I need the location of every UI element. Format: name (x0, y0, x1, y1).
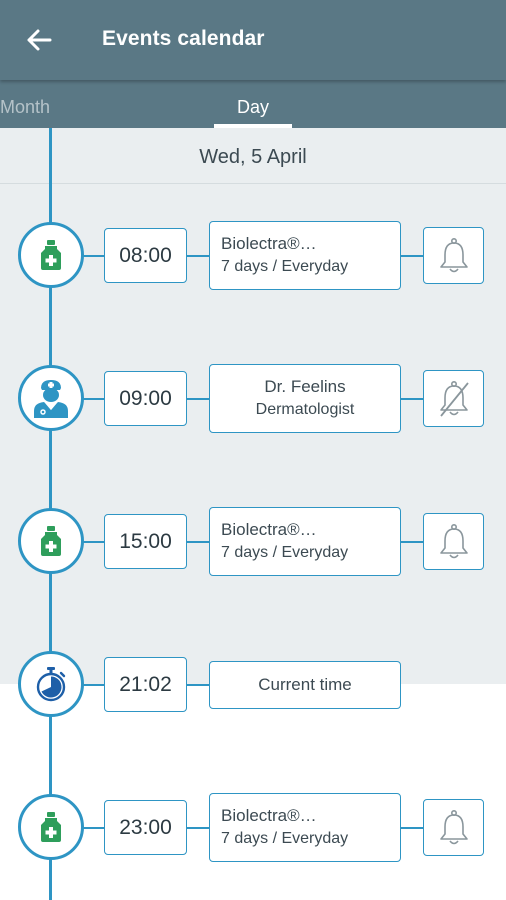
doctor-name: Dr. Feelins (264, 377, 346, 396)
current-time-row: 21:02 Current time (0, 651, 506, 741)
event-row[interactable]: 15:00 Biolectra®… 7 days / Everyday (0, 507, 506, 598)
event-time: 09:00 (104, 371, 187, 426)
connector-line (186, 398, 211, 400)
reminder-toggle[interactable] (423, 799, 484, 856)
event-schedule: 7 days / Everyday (221, 258, 349, 275)
view-tabs: Month Day (0, 80, 506, 128)
event-details[interactable]: Biolectra®… 7 days / Everyday (209, 507, 401, 576)
current-time-label: Current time (209, 661, 401, 709)
medicine-bottle-icon (41, 812, 61, 842)
current-time-value: 21:02 (104, 657, 187, 712)
event-row[interactable]: 23:00 Biolectra®… 7 days / Everyday (0, 793, 506, 884)
tab-month[interactable]: Month (0, 97, 50, 118)
event-title: Biolectra®… (221, 234, 317, 253)
bell-icon (439, 237, 468, 272)
event-type-circle (18, 365, 84, 431)
connector-line (400, 827, 425, 829)
doctor-icon (34, 380, 68, 418)
connector-line (186, 255, 211, 257)
connector-line (186, 684, 211, 686)
event-type-circle (18, 651, 84, 717)
event-type-circle (18, 222, 84, 288)
event-type-circle (18, 508, 84, 574)
bell-off-icon (439, 380, 469, 417)
event-schedule: 7 days / Everyday (221, 830, 349, 847)
doctor-specialty: Dermatologist (255, 401, 355, 418)
event-row[interactable]: 08:00 Biolectra®… 7 days / Everyday (0, 221, 506, 312)
event-details[interactable]: Biolectra®… 7 days / Everyday (209, 221, 401, 290)
event-time: 23:00 (104, 800, 187, 855)
event-row[interactable]: 09:00 Dr. Feelins Dermatologist (0, 364, 506, 455)
app-header: Events calendar (0, 0, 506, 80)
event-details[interactable]: Dr. Feelins Dermatologist (209, 364, 401, 433)
current-date: Wed, 5 April (199, 146, 307, 168)
bell-icon (439, 523, 468, 558)
active-tab-indicator (214, 124, 292, 128)
event-details[interactable]: Biolectra®… 7 days / Everyday (209, 793, 401, 862)
date-bar: Wed, 5 April (0, 128, 506, 184)
event-title: Biolectra®… (221, 806, 317, 825)
stopwatch-icon (36, 667, 66, 702)
tab-day[interactable]: Day (237, 97, 269, 118)
arrow-left-icon (27, 29, 52, 51)
connector-line (186, 541, 211, 543)
event-title: Biolectra®… (221, 520, 317, 539)
event-schedule: 7 days / Everyday (221, 544, 349, 561)
reminder-toggle[interactable] (423, 513, 484, 570)
reminder-toggle[interactable] (423, 227, 484, 284)
event-time: 08:00 (104, 228, 187, 283)
medicine-bottle-icon (41, 240, 61, 270)
bell-icon (439, 809, 468, 844)
connector-line (400, 398, 425, 400)
event-time: 15:00 (104, 514, 187, 569)
connector-line (400, 541, 425, 543)
back-button[interactable] (22, 22, 56, 58)
connector-line (186, 827, 211, 829)
reminder-toggle[interactable] (423, 370, 484, 427)
page-title: Events calendar (102, 27, 265, 50)
connector-line (400, 255, 425, 257)
medicine-bottle-icon (41, 526, 61, 556)
event-type-circle (18, 794, 84, 860)
